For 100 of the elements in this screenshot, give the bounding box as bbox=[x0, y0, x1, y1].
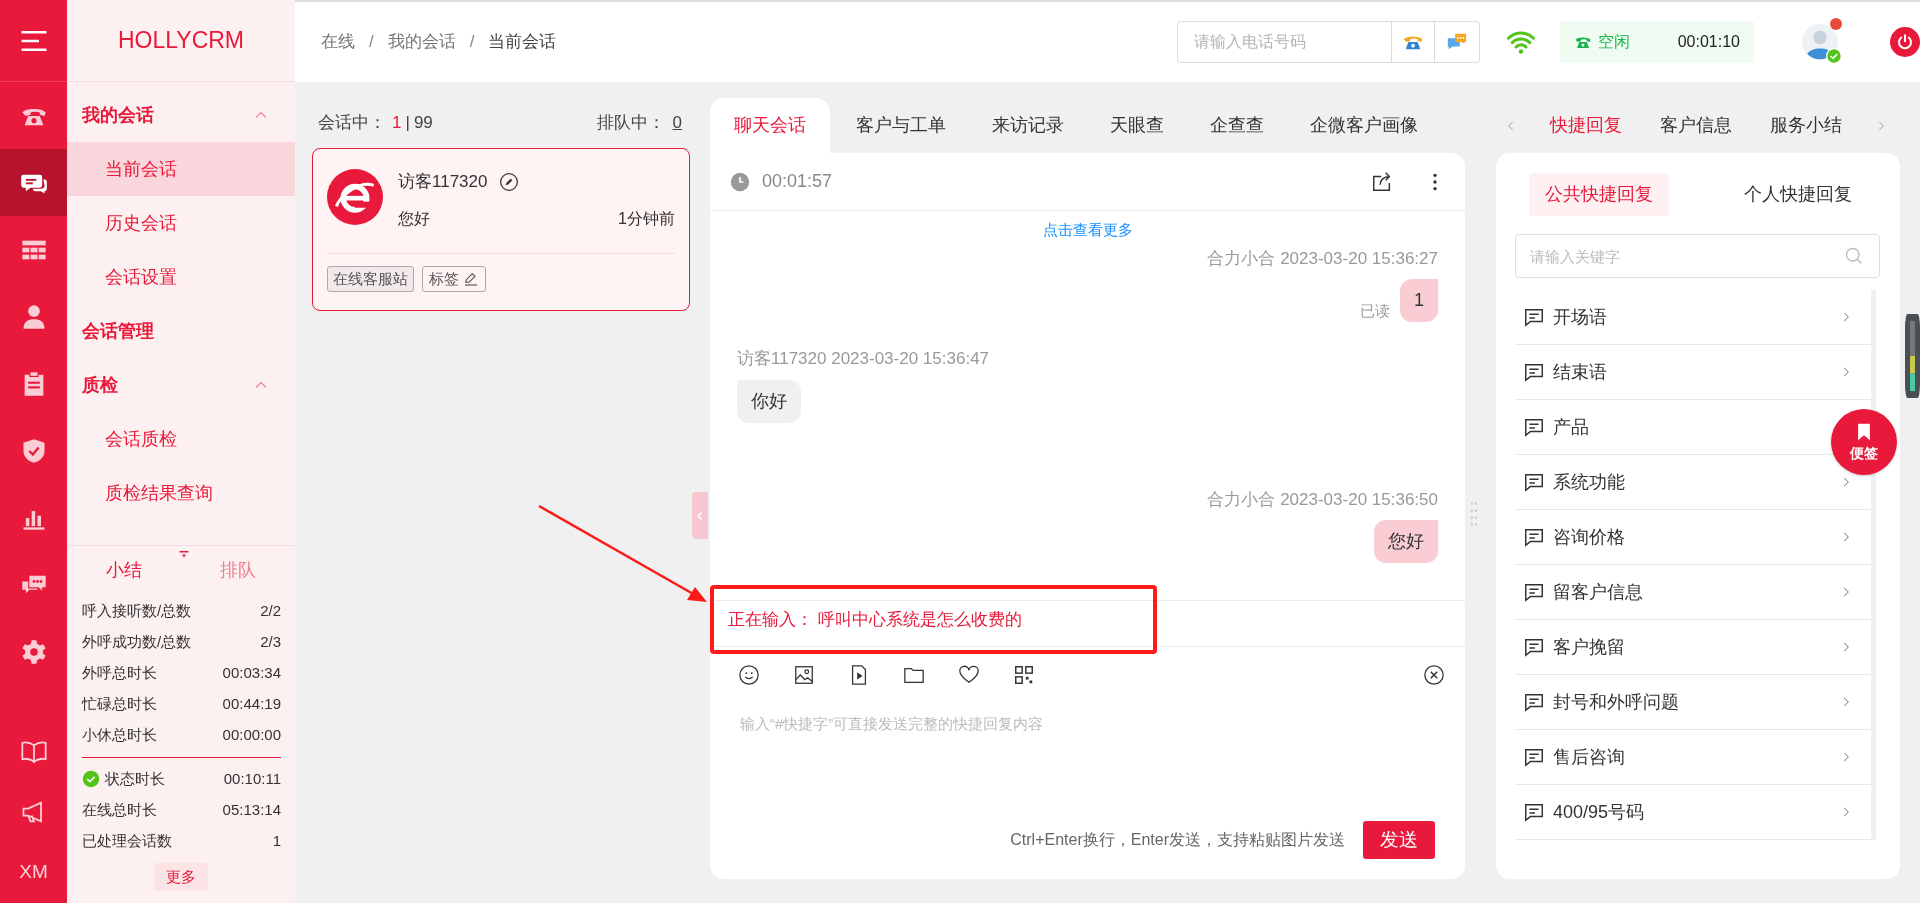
breadcrumb-separator: / bbox=[469, 31, 475, 54]
message-bubble: 1 bbox=[1400, 279, 1438, 322]
stat-value: 00:03:34 bbox=[222, 662, 281, 683]
breadcrumb-current: 当前会话 bbox=[488, 31, 557, 54]
message-meta: 合力小合 2023-03-20 15:36:27 bbox=[1207, 247, 1438, 270]
section-label: 会话管理 bbox=[82, 319, 154, 343]
nav-item[interactable]: 会话质检 bbox=[67, 412, 295, 466]
nav-item[interactable]: 会话设置 bbox=[67, 250, 295, 304]
panel-tab[interactable]: 客户信息 bbox=[1654, 112, 1738, 139]
panel-tab[interactable]: 快捷回复 bbox=[1544, 112, 1628, 139]
last-message: 您好 bbox=[398, 208, 430, 229]
session-card[interactable]: 访客117320 您好 1分钟前 在线客服站 标签 bbox=[312, 148, 690, 311]
section-label: 质检 bbox=[82, 373, 118, 397]
chat-tab[interactable]: 企查查 bbox=[1190, 98, 1284, 153]
input-hint: Ctrl+Enter换行，Enter发送，支持粘贴图片发送 bbox=[1010, 829, 1345, 850]
more-button[interactable]: 更多 bbox=[154, 862, 208, 891]
pencil-icon bbox=[463, 270, 479, 287]
status-label: 空闲 bbox=[1598, 32, 1630, 52]
rail-item[interactable] bbox=[0, 149, 67, 216]
queue-count[interactable]: 0 bbox=[672, 110, 682, 148]
nav-section[interactable]: 会话管理 bbox=[67, 304, 295, 358]
stat-label: 状态时长 bbox=[105, 768, 165, 789]
qr-code-icon[interactable] bbox=[1013, 663, 1035, 686]
reply-category[interactable]: 开场语 bbox=[1515, 290, 1871, 345]
visitor-name: 访客117320 bbox=[398, 171, 488, 193]
reply-type-tab[interactable]: 公共快捷回复 bbox=[1529, 173, 1669, 216]
volume-meter-icon bbox=[1905, 314, 1920, 398]
agent-status[interactable]: 空闲 00:01:10 bbox=[1560, 21, 1754, 63]
session-timer: 00:01:57 bbox=[762, 170, 833, 193]
power-button[interactable] bbox=[1890, 27, 1920, 57]
chat-tab[interactable]: 天眼查 bbox=[1090, 98, 1184, 153]
read-receipt: 已读 bbox=[1360, 300, 1390, 321]
stat-value: 00:10:11 bbox=[223, 768, 281, 789]
comment-icon bbox=[1523, 526, 1545, 548]
stat-label: 呼入接听数/总数 bbox=[82, 600, 192, 621]
stat-value: 00:00:00 bbox=[222, 724, 281, 745]
clock-icon bbox=[730, 171, 750, 192]
keyword-search-field[interactable]: 请输入关键字 bbox=[1515, 234, 1880, 278]
comment-icon bbox=[1523, 471, 1545, 493]
comment-icon bbox=[1523, 416, 1545, 438]
comment-icon bbox=[1523, 636, 1545, 658]
queue-label: 排队中： bbox=[596, 112, 665, 134]
message-button[interactable] bbox=[1435, 21, 1480, 63]
chat-tab[interactable]: 企微客户画像 bbox=[1290, 98, 1438, 153]
browser-icon bbox=[327, 169, 383, 225]
reply-category[interactable]: 400/95号码 bbox=[1515, 785, 1871, 840]
comment-icon bbox=[1523, 306, 1545, 328]
status-timer: 00:01:10 bbox=[1677, 32, 1740, 52]
emoji-icon[interactable] bbox=[738, 663, 760, 686]
message-bubble: 您好 bbox=[1374, 520, 1438, 563]
reply-category[interactable]: 结束语 bbox=[1515, 345, 1871, 400]
typing-indicator: 正在输入： 呼叫中心系统是怎么收费的 bbox=[728, 608, 1022, 631]
message-bubble: 你好 bbox=[737, 379, 801, 423]
stat-label: 在线总时长 bbox=[82, 799, 157, 820]
tag-button[interactable]: 标签 bbox=[422, 265, 486, 292]
check-circle-icon bbox=[82, 770, 100, 788]
stat-label: 忙碌总时长 bbox=[82, 693, 157, 714]
heart-icon[interactable] bbox=[958, 663, 980, 686]
message-meta: 合力小合 2023-03-20 15:36:50 bbox=[1207, 488, 1438, 511]
reply-category[interactable]: 咨询价格 bbox=[1515, 510, 1871, 565]
image-icon[interactable] bbox=[793, 663, 815, 686]
reply-category[interactable]: 封号和外呼问题 bbox=[1515, 675, 1871, 730]
edit-icon[interactable] bbox=[499, 171, 520, 192]
breadcrumb-link[interactable]: 我的会话 bbox=[387, 29, 456, 55]
dial-button[interactable] bbox=[1391, 21, 1435, 63]
search-icon[interactable] bbox=[1844, 246, 1864, 266]
nav-section[interactable]: 质检 bbox=[67, 358, 295, 412]
stat-value: 2/3 bbox=[260, 631, 281, 652]
reply-category[interactable]: 售后咨询 bbox=[1515, 730, 1871, 785]
share-icon[interactable] bbox=[1371, 170, 1393, 193]
stat-value: 05:13:14 bbox=[222, 799, 281, 820]
stat-value: 1 bbox=[272, 830, 281, 851]
send-button[interactable]: 发送 bbox=[1363, 820, 1435, 859]
stat-label: 已处理会话数 bbox=[82, 830, 172, 851]
reply-category[interactable]: 客户挽留 bbox=[1515, 620, 1871, 675]
comment-icon bbox=[1523, 801, 1545, 823]
nav-item[interactable]: 质检结果查询 bbox=[67, 466, 295, 520]
stat-value: 00:44:19 bbox=[222, 693, 281, 714]
clear-icon[interactable] bbox=[1423, 663, 1445, 686]
stat-value: 2/2 bbox=[260, 600, 281, 621]
reply-category[interactable]: 留客户信息 bbox=[1515, 565, 1871, 620]
chat-tab[interactable]: 聊天会话 bbox=[710, 98, 830, 153]
active-count: 1 bbox=[392, 112, 402, 134]
nav-section[interactable]: 我的会话 bbox=[67, 88, 295, 142]
phone-field[interactable]: 请输入电话号码 bbox=[1177, 21, 1391, 63]
stat-label: 小休总时长 bbox=[82, 724, 157, 745]
chat-tab[interactable]: 客户与工单 bbox=[836, 98, 966, 153]
section-label: 我的会话 bbox=[82, 103, 154, 127]
message-meta: 访客117320 2023-03-20 15:36:47 bbox=[737, 348, 990, 370]
breadcrumb-link[interactable]: 在线 bbox=[321, 29, 355, 55]
panel-tab[interactable]: 服务小结 bbox=[1764, 112, 1848, 139]
nav-item[interactable]: 历史会话 bbox=[67, 196, 295, 250]
comment-icon bbox=[1523, 361, 1545, 383]
chat-tab[interactable]: 来访记录 bbox=[972, 98, 1084, 153]
capacity-count: 99 bbox=[413, 112, 433, 134]
breadcrumb-separator: / bbox=[369, 31, 374, 54]
collapse-handle[interactable] bbox=[692, 492, 708, 539]
comment-icon bbox=[1523, 581, 1545, 603]
summary-tab[interactable]: 小结 bbox=[106, 557, 142, 584]
reply-type-tab[interactable]: 个人快捷回复 bbox=[1728, 173, 1868, 216]
